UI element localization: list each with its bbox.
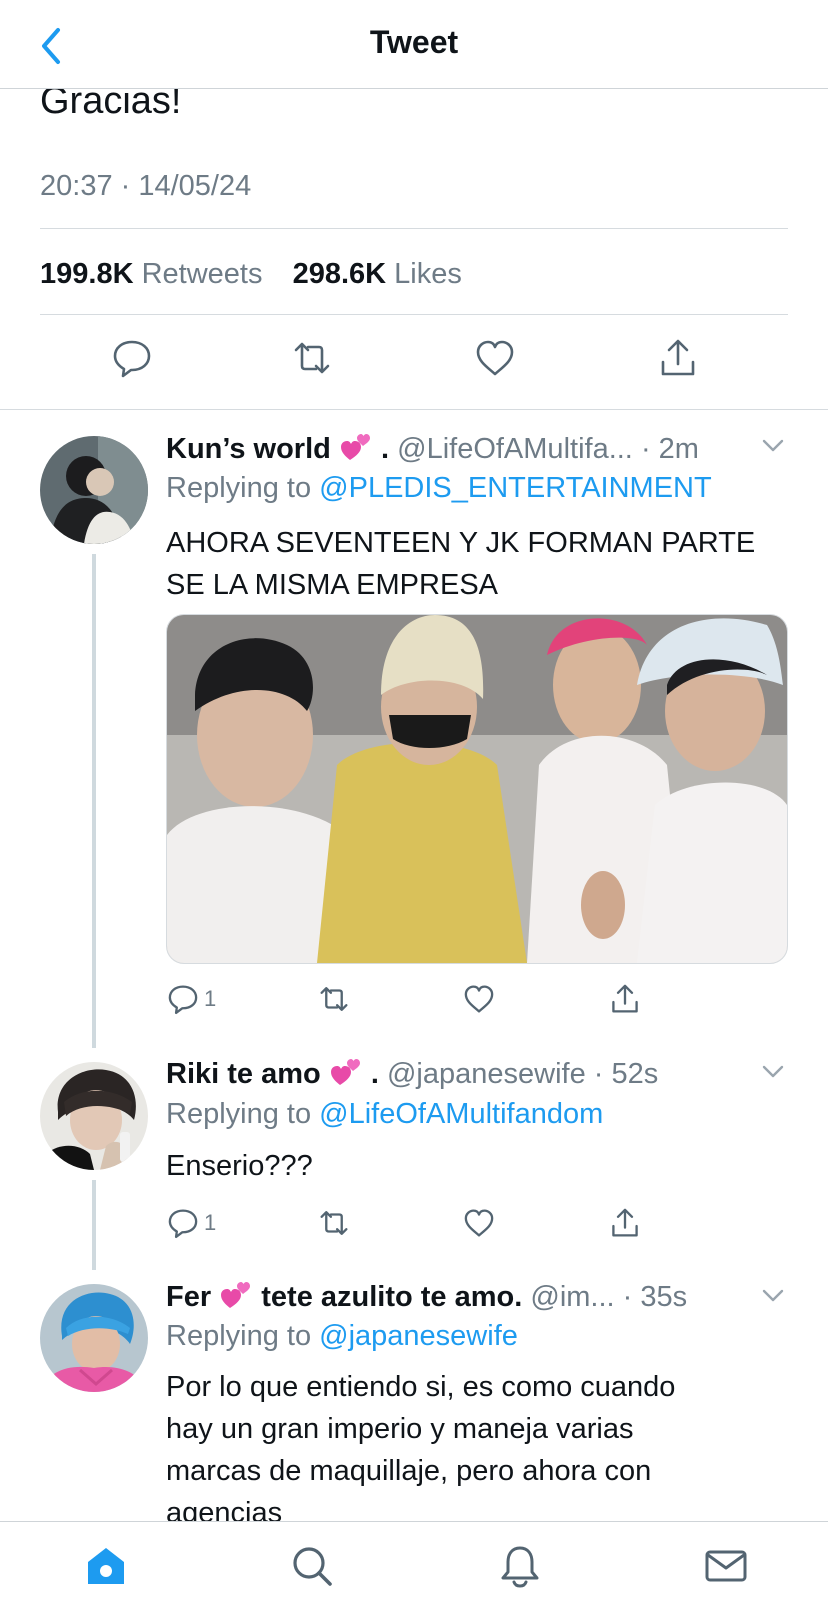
page-title: Tweet bbox=[369, 24, 459, 60]
user-handle[interactable]: @LifeOfAMultifa... bbox=[397, 433, 633, 465]
tweet-timestamp: 20:37 · 14/05/24 bbox=[40, 170, 252, 202]
heart-outline-icon bbox=[464, 985, 494, 1013]
retweets-label[interactable]: Retweets bbox=[142, 258, 263, 290]
reply-text-line: hay un gran imperio y maneja varias bbox=[166, 1413, 634, 1445]
thread-line bbox=[92, 1180, 96, 1270]
avatar[interactable] bbox=[40, 1062, 148, 1170]
avatar[interactable] bbox=[40, 1284, 148, 1392]
reply-header: Fer tete azulito te amo. @im... · 35s bbox=[166, 1278, 788, 1315]
display-name[interactable]: Kun’s world bbox=[166, 433, 331, 465]
reply-time: · 52s bbox=[593, 1058, 659, 1090]
comment-icon bbox=[168, 1209, 198, 1239]
reply-text: Por lo que entiendo si, es como cuando h… bbox=[166, 1366, 788, 1534]
reply-header: Riki te amo . @japanesewife · 52s bbox=[166, 1055, 788, 1092]
like-button[interactable] bbox=[462, 1206, 496, 1240]
heart-outline-icon[interactable] bbox=[473, 336, 517, 380]
reply-text-line: Por lo que entiendo si, es como cuando bbox=[166, 1371, 676, 1403]
reply-text-line: marcas de maquillaje, pero ahora con bbox=[166, 1455, 652, 1487]
display-name[interactable]: Riki te amo bbox=[166, 1058, 321, 1090]
display-name[interactable]: Fer bbox=[166, 1281, 211, 1313]
replying-to-label: Replying to bbox=[166, 472, 312, 504]
reply-button[interactable]: 1 bbox=[166, 982, 216, 1016]
display-name-suffix: . bbox=[370, 1058, 379, 1090]
user-handle[interactable]: @im... bbox=[530, 1281, 614, 1313]
divider bbox=[40, 228, 788, 229]
display-name-suffix: . bbox=[381, 433, 390, 465]
replying-to: Replying to @japanesewife bbox=[166, 1318, 518, 1354]
reply-time: · 35s bbox=[622, 1281, 688, 1313]
share-icon[interactable] bbox=[656, 336, 700, 380]
reply-count: 1 bbox=[204, 986, 217, 1011]
reply-text-line: SE LA MISMA EMPRESA bbox=[166, 569, 498, 601]
replying-to: Replying to @LifeOfAMultifandom bbox=[166, 1096, 603, 1132]
retweets-count[interactable]: 199.8K bbox=[40, 258, 134, 290]
two-hearts-icon bbox=[330, 1059, 360, 1085]
reply-text-line: AHORA SEVENTEEN Y JK FORMAN PARTE bbox=[166, 527, 756, 559]
chevron-down-icon[interactable] bbox=[760, 1282, 786, 1308]
avatar[interactable] bbox=[40, 436, 148, 544]
section-divider bbox=[0, 409, 828, 410]
heart-outline-icon bbox=[464, 1209, 494, 1237]
reply-text: Enserio??? bbox=[166, 1145, 788, 1187]
chevron-down-icon[interactable] bbox=[760, 1058, 786, 1084]
reply-header: Kun’s world . @LifeOfAMultifa... · 2m bbox=[166, 430, 788, 467]
user-handle[interactable]: @japanesewife bbox=[387, 1058, 586, 1090]
reply-count: 1 bbox=[204, 1210, 217, 1235]
bottom-tab-bar bbox=[0, 1521, 828, 1610]
top-nav-bar: Tweet bbox=[0, 0, 828, 89]
replying-to-label: Replying to bbox=[166, 1098, 312, 1130]
replying-to-handle[interactable]: @japanesewife bbox=[319, 1320, 518, 1352]
bell-icon[interactable] bbox=[498, 1544, 542, 1588]
comment-icon[interactable] bbox=[110, 336, 154, 380]
reply-text-line: Enserio??? bbox=[166, 1150, 313, 1182]
retweet-button[interactable] bbox=[316, 982, 352, 1016]
replying-to-label: Replying to bbox=[166, 1320, 312, 1352]
like-button[interactable] bbox=[462, 982, 496, 1016]
attached-photo[interactable] bbox=[166, 614, 788, 964]
tweet-stats: 199.8K Retweets 298.6K Likes bbox=[40, 258, 462, 291]
search-icon[interactable] bbox=[290, 1544, 334, 1588]
share-icon bbox=[612, 1208, 638, 1237]
mail-icon[interactable] bbox=[704, 1544, 748, 1588]
replying-to: Replying to @PLEDIS_ENTERTAINMENT bbox=[166, 470, 712, 506]
retweet-icon bbox=[320, 1211, 348, 1235]
share-button[interactable] bbox=[608, 1206, 642, 1240]
share-button[interactable] bbox=[608, 982, 642, 1016]
comment-icon bbox=[168, 985, 198, 1015]
replying-to-handle[interactable]: @PLEDIS_ENTERTAINMENT bbox=[319, 472, 712, 504]
retweet-icon bbox=[320, 987, 348, 1011]
display-name-suffix: tete azulito te amo. bbox=[261, 1281, 523, 1313]
reply-time: · 2m bbox=[640, 433, 699, 465]
reply-action-bar: 1 bbox=[166, 1206, 666, 1246]
divider bbox=[40, 314, 788, 315]
likes-count[interactable]: 298.6K bbox=[293, 258, 387, 290]
reply-button[interactable]: 1 bbox=[166, 1206, 216, 1240]
replying-to-handle[interactable]: @LifeOfAMultifandom bbox=[319, 1098, 603, 1130]
likes-label[interactable]: Likes bbox=[394, 258, 462, 290]
retweet-icon[interactable] bbox=[290, 336, 334, 380]
reply-action-bar: 1 bbox=[166, 982, 666, 1022]
thread-line bbox=[92, 554, 96, 1048]
home-icon[interactable] bbox=[84, 1544, 128, 1588]
two-hearts-icon bbox=[340, 434, 370, 460]
retweet-button[interactable] bbox=[316, 1206, 352, 1240]
two-hearts-icon bbox=[221, 1282, 251, 1308]
chevron-down-icon[interactable] bbox=[760, 432, 786, 458]
tweet-action-bar bbox=[0, 336, 828, 396]
reply-text: AHORA SEVENTEEN Y JK FORMAN PARTE SE LA … bbox=[166, 522, 788, 606]
share-icon bbox=[612, 984, 638, 1013]
